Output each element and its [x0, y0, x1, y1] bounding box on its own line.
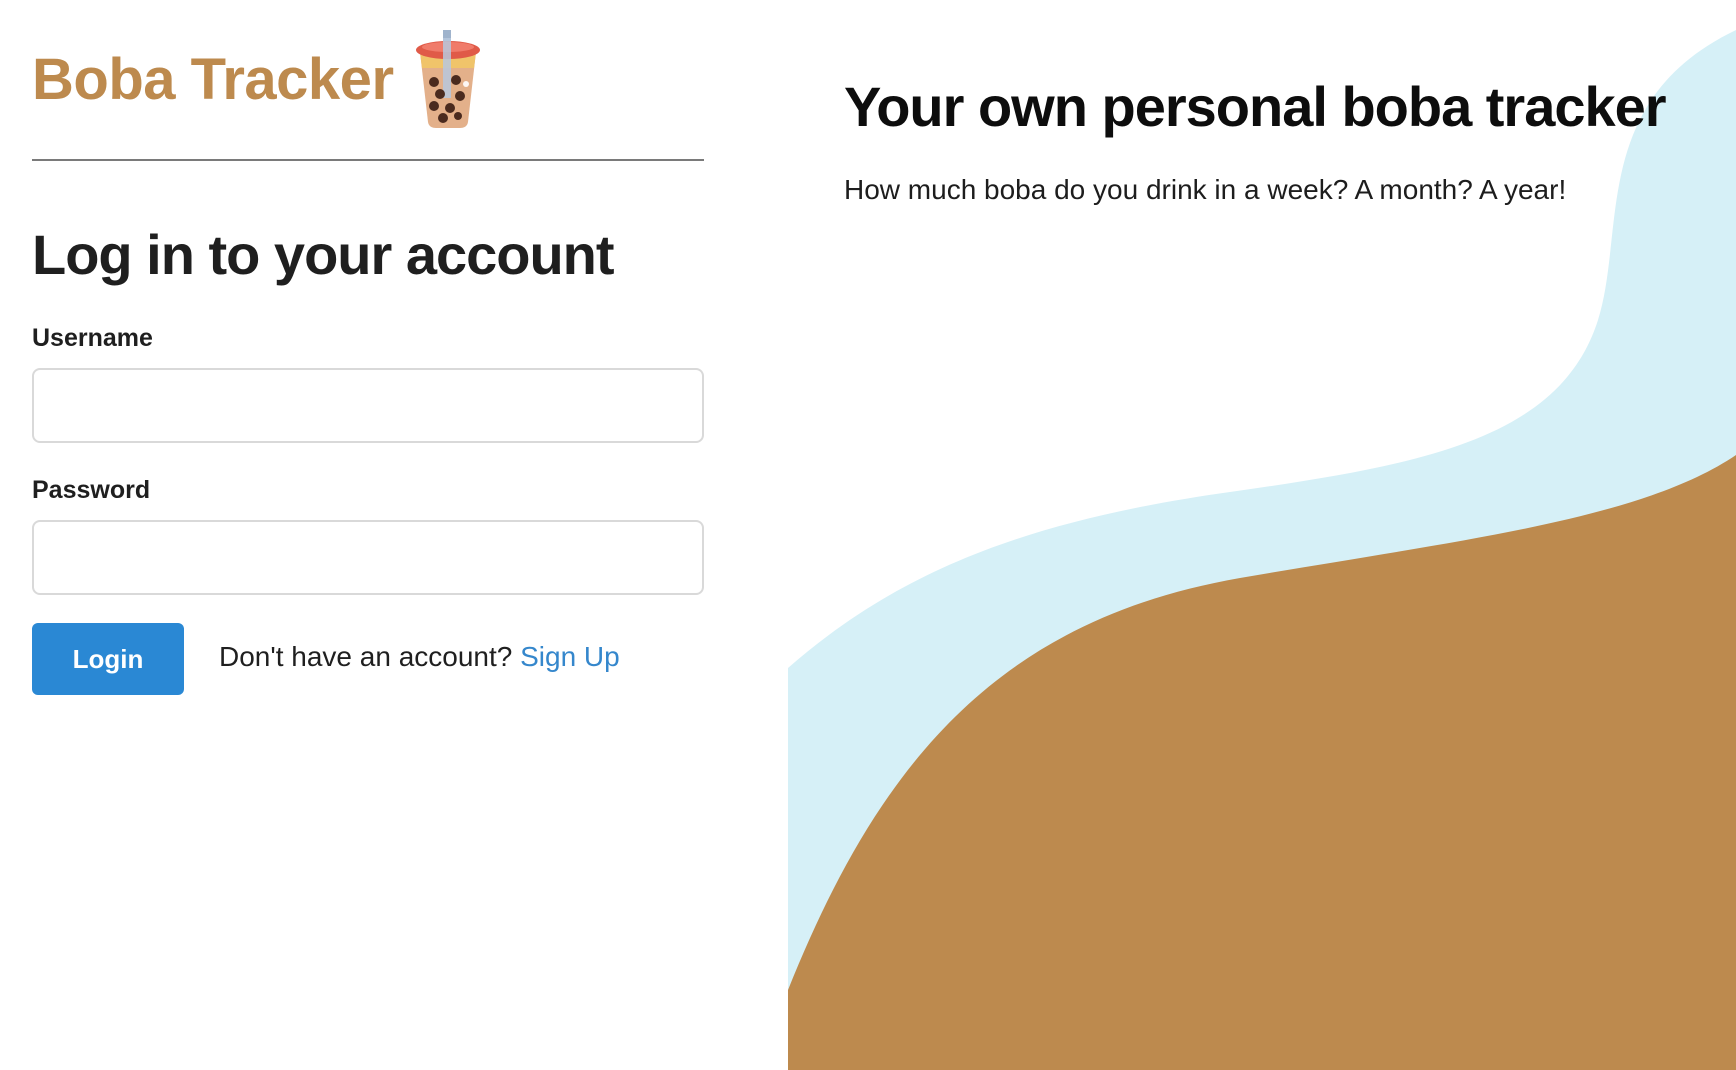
signup-link[interactable]: Sign Up [520, 641, 620, 672]
hero-title: Your own personal boba tracker [844, 75, 1667, 138]
username-input[interactable] [32, 368, 704, 443]
login-panel: Boba Tracker Log in to your account User… [32, 0, 704, 1070]
signup-prompt-text: Don't have an account? [219, 641, 521, 672]
bubble-tea-icon [415, 30, 480, 128]
brand-header: Boba Tracker [32, 30, 486, 130]
password-label: Password [32, 476, 151, 504]
login-button[interactable]: Login [32, 623, 184, 695]
username-label: Username [32, 324, 153, 352]
signup-prompt-row: Don't have an account? Sign Up [219, 641, 620, 673]
password-input[interactable] [32, 520, 704, 595]
header-divider [32, 159, 704, 161]
hero-subtitle: How much boba do you drink in a week? A … [844, 174, 1567, 205]
brand-title: Boba Tracker [32, 47, 394, 112]
login-heading: Log in to your account [32, 223, 615, 286]
